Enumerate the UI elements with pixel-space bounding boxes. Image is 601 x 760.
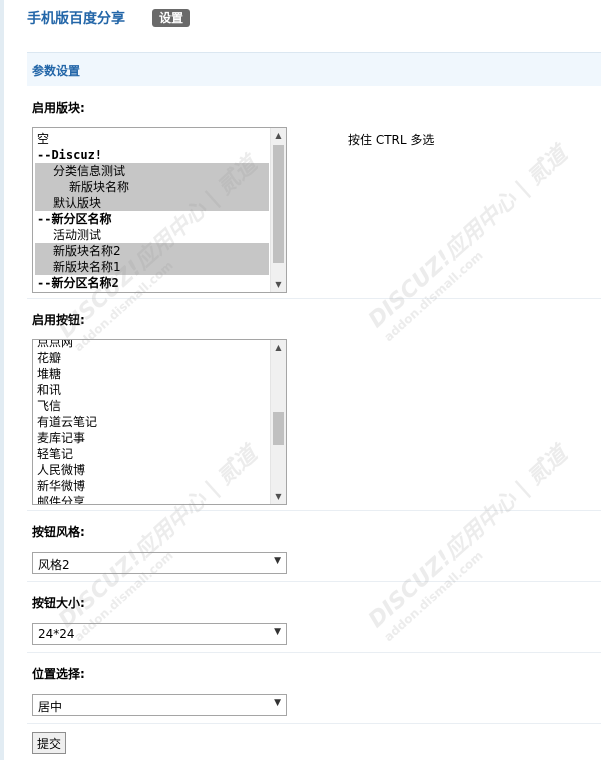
section-title: 参数设置 (32, 64, 81, 78)
board-option[interactable]: 新版块名称1 (35, 259, 269, 275)
button-option[interactable]: 点点网 (35, 340, 269, 350)
left-border (0, 0, 4, 760)
app-title: 手机版百度分享 (27, 11, 125, 27)
board-option[interactable]: 空 (35, 131, 269, 147)
submit-button[interactable]: 提交 (32, 732, 67, 754)
button-option[interactable]: 麦库记事 (35, 430, 269, 446)
button-option[interactable]: 堆糖 (35, 366, 269, 382)
buttons-select[interactable]: 点点网 花瓣 堆糖 和讯 飞信 有道云笔记 麦库记事 轻笔记 人民微博 新华微博 邮件分享 ▲ ▼ (32, 339, 287, 505)
chevron-down-icon: ▼ (274, 556, 281, 566)
size-dropdown[interactable]: 24*24 ▼ (32, 623, 287, 645)
scroll-down-icon[interactable]: ▼ (271, 489, 286, 504)
divider (27, 723, 601, 724)
button-option[interactable]: 新华微博 (35, 478, 269, 494)
position-dropdown[interactable]: 居中 ▼ (32, 694, 287, 716)
tab-settings[interactable]: 设置 (152, 9, 191, 27)
board-option[interactable]: --新分区名称 (35, 211, 269, 227)
button-option[interactable]: 和讯 (35, 382, 269, 398)
scroll-up-icon[interactable]: ▲ (271, 128, 286, 143)
board-option[interactable]: 新版块名称2 (35, 243, 269, 259)
board-option[interactable]: 新版块名称 (35, 179, 269, 195)
section-header: 参数设置 (27, 52, 601, 86)
position-label: 位置选择: (32, 667, 85, 681)
divider (27, 652, 601, 653)
boards-options: 空 --Discuz! 分类信息测试 新版块名称 默认版块 --新分区名称 活动测试 新版块名… (35, 131, 269, 291)
watermark: DISCUZ!应用中心 | 贰道addon.dismall.com (364, 442, 573, 645)
multi-select-hint: 按住 CTRL 多选 (348, 133, 435, 147)
button-option[interactable]: 人民微博 (35, 462, 269, 478)
watermark: DISCUZ!应用中心 | 贰道addon.dismall.com (364, 142, 573, 345)
button-option[interactable]: 花瓣 (35, 350, 269, 366)
button-option[interactable]: 邮件分享 (35, 494, 269, 504)
boards-label: 启用版块: (32, 101, 85, 115)
buttons-options: 点点网 花瓣 堆糖 和讯 飞信 有道云笔记 麦库记事 轻笔记 人民微博 新华微博 邮件分享 (35, 340, 269, 504)
board-option[interactable]: --Discuz! (35, 147, 269, 163)
button-option[interactable]: 轻笔记 (35, 446, 269, 462)
board-option[interactable]: 分类信息测试 (35, 163, 269, 179)
size-label: 按钮大小: (32, 596, 85, 610)
scroll-down-icon[interactable]: ▼ (271, 277, 286, 292)
button-option[interactable]: 有道云笔记 (35, 414, 269, 430)
boards-select[interactable]: 空 --Discuz! 分类信息测试 新版块名称 默认版块 --新分区名称 活动测试 新版块名… (32, 127, 287, 293)
chevron-down-icon: ▼ (274, 627, 281, 637)
board-option[interactable]: --新分区名称2 (35, 275, 269, 291)
style-dropdown[interactable]: 风格2 ▼ (32, 552, 287, 574)
divider (27, 581, 601, 582)
divider (27, 510, 601, 511)
buttons-label: 启用按钮: (32, 313, 85, 327)
scroll-thumb[interactable] (273, 145, 284, 263)
scroll-thumb[interactable] (273, 412, 284, 445)
style-value: 风格2 (38, 558, 70, 572)
position-value: 居中 (38, 700, 63, 714)
button-option[interactable]: 飞信 (35, 398, 269, 414)
style-label: 按钮风格: (32, 525, 85, 539)
buttons-scrollbar[interactable]: ▲ ▼ (270, 340, 286, 504)
board-option[interactable]: 默认版块 (35, 195, 269, 211)
divider (27, 298, 601, 299)
chevron-down-icon: ▼ (274, 698, 281, 708)
size-value: 24*24 (38, 627, 75, 641)
boards-scrollbar[interactable]: ▲ ▼ (270, 128, 286, 292)
board-option[interactable]: 活动测试 (35, 227, 269, 243)
scroll-up-icon[interactable]: ▲ (271, 340, 286, 355)
